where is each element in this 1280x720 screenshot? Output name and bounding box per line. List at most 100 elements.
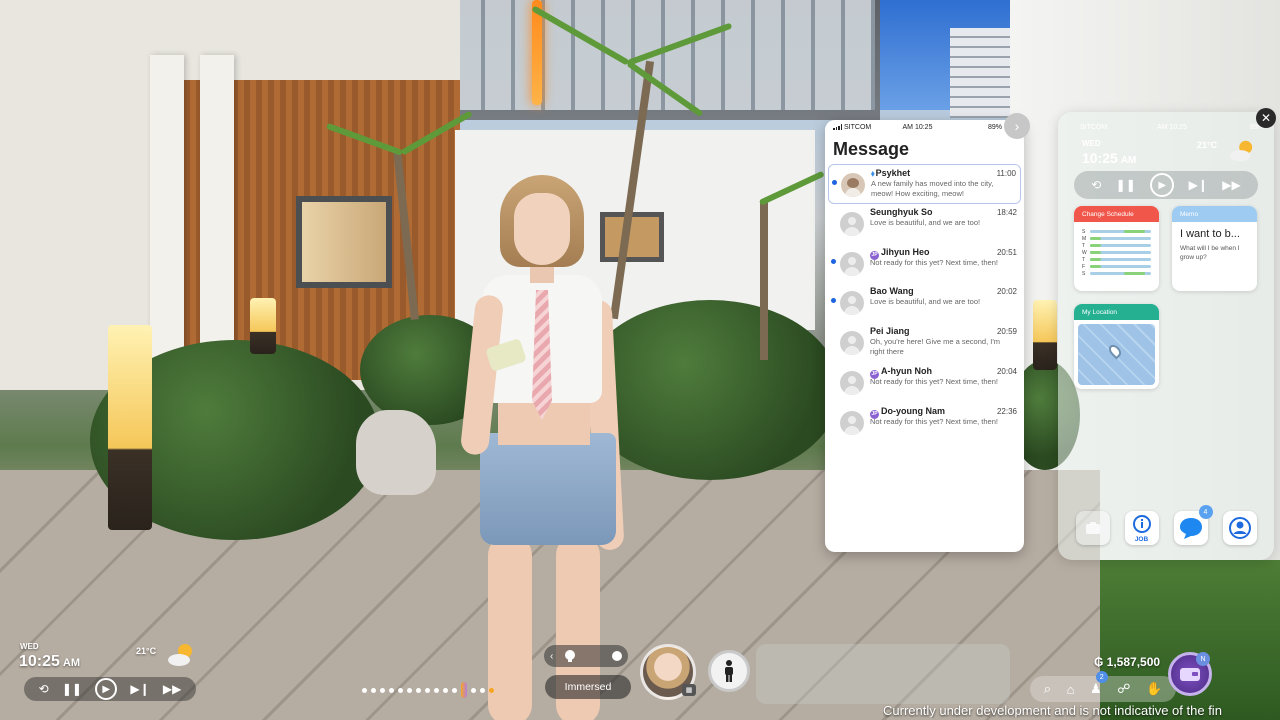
schedule-segment bbox=[1090, 251, 1101, 254]
family-icon[interactable]: ♟ 2 bbox=[1090, 671, 1108, 697]
schedule-bar bbox=[1090, 230, 1151, 233]
fastest-forward-icon[interactable]: ▶▶ bbox=[163, 682, 181, 696]
history-icon[interactable]: ⟲ bbox=[39, 682, 49, 696]
search-icon[interactable]: ⌕ bbox=[1044, 681, 1051, 697]
schedule-segment bbox=[1090, 258, 1101, 261]
schedule-day: T bbox=[1082, 256, 1086, 263]
conversation-item[interactable]: JP Jihyun Heo 20:51 Not ready for this yet?… bbox=[828, 244, 1021, 284]
contact-name: Pei Jiang bbox=[870, 326, 910, 336]
player-character[interactable] bbox=[459, 175, 660, 720]
conversation-item[interactable]: JP Do-young Nam 22:36 Not ready for this ye… bbox=[828, 403, 1021, 443]
conversation-item[interactable]: Bao Wang 20:02 Love is beautiful, and we a… bbox=[828, 283, 1021, 323]
timeline-dot bbox=[425, 687, 430, 693]
messages-app-icon[interactable]: 4 bbox=[1173, 505, 1213, 545]
chevron-left-icon[interactable]: ‹ bbox=[550, 651, 553, 662]
profile-app-icon[interactable] bbox=[1222, 511, 1257, 545]
palm-trunk bbox=[760, 200, 768, 360]
people-icon[interactable]: ☍ bbox=[1117, 681, 1130, 697]
message-preview: Love is beautiful, and we are too! bbox=[870, 217, 981, 227]
home-day: WED bbox=[1082, 139, 1101, 148]
schedule-row: M bbox=[1074, 235, 1159, 242]
schedule-row: T bbox=[1074, 242, 1159, 249]
schedule-widget[interactable]: Change Schedule SMTWTFS bbox=[1074, 206, 1159, 291]
contact-name-text: Do-young Nam bbox=[881, 405, 945, 416]
hud-clock-meridiem: AM bbox=[62, 657, 81, 669]
schedule-widget-title: Change Schedule bbox=[1074, 206, 1159, 222]
app-dock: JOB 4 bbox=[1068, 505, 1264, 550]
message-time: 20:02 bbox=[996, 287, 1017, 297]
memo-body: What will I be when I grow up? bbox=[1180, 245, 1240, 261]
signal-icon bbox=[833, 124, 842, 130]
map-pin-icon bbox=[1106, 342, 1124, 360]
fastest-forward-icon[interactable]: ▶▶ bbox=[1222, 178, 1240, 192]
bird-icon: ⬧ bbox=[871, 169, 875, 178]
location-widget[interactable]: My Location bbox=[1074, 304, 1159, 389]
unread-dot bbox=[832, 180, 837, 185]
message-preview: Not ready for this yet? Next time, then! bbox=[870, 416, 998, 426]
contact-name-text: Psykhet bbox=[875, 168, 911, 178]
chevron-right-icon[interactable]: › bbox=[1004, 113, 1030, 139]
schedule-row: S bbox=[1074, 270, 1159, 277]
timeline-dot bbox=[407, 687, 412, 693]
message-preview: Not ready for this yet? Next time, then! bbox=[870, 376, 998, 386]
memo-widget[interactable]: Memo I want to b... What will I be when … bbox=[1172, 206, 1257, 291]
memo-widget-title: Memo bbox=[1172, 206, 1257, 222]
timeline-dot bbox=[443, 687, 448, 693]
pause-icon[interactable]: ❚❚ bbox=[62, 682, 82, 696]
play-icon[interactable]: ▶ bbox=[1150, 173, 1175, 197]
contact-name-text: Pei Jiang bbox=[870, 326, 910, 337]
unread-dot bbox=[831, 258, 836, 264]
job-app-icon[interactable]: JOB bbox=[1124, 511, 1159, 545]
pillar bbox=[200, 55, 234, 385]
timeline-current bbox=[461, 682, 467, 698]
close-icon[interactable]: ✕ bbox=[1256, 108, 1276, 128]
conversation-item[interactable]: ⬧Psykhet 11:00 A new family has moved into… bbox=[828, 164, 1021, 204]
timeline-dot bbox=[371, 687, 376, 693]
dev-notice: Currently under development and is not i… bbox=[883, 703, 1222, 718]
history-icon[interactable]: ⟲ bbox=[1091, 178, 1101, 192]
home-temperature: 21°C bbox=[1197, 140, 1218, 150]
hand-money-icon[interactable]: ✋ bbox=[1146, 681, 1162, 697]
character-shorts bbox=[480, 433, 616, 545]
fast-forward-icon[interactable]: ▶❙ bbox=[130, 682, 149, 696]
conversation-item[interactable]: JP A-hyun Noh 20:04 Not ready for this yet?… bbox=[828, 363, 1021, 403]
home-icon[interactable]: ⌂ bbox=[1067, 682, 1075, 697]
timeline-dot bbox=[416, 687, 421, 693]
sun-cloud-icon bbox=[168, 644, 192, 666]
hud-day: WED bbox=[20, 642, 39, 651]
fast-forward-icon[interactable]: ▶❙ bbox=[1189, 178, 1208, 192]
location-widget-title: My Location bbox=[1074, 304, 1159, 320]
message-preview: Oh, you're here! Give me a second, I'm r… bbox=[870, 337, 1001, 357]
mode-label[interactable]: Immersed bbox=[545, 675, 631, 699]
brain-icon bbox=[565, 650, 576, 662]
message-preview: Love is beautiful, and we are too! bbox=[870, 297, 981, 307]
avatar bbox=[840, 211, 864, 236]
schedule-segment bbox=[1090, 265, 1101, 268]
mode-toggle[interactable]: ‹ bbox=[544, 645, 628, 667]
message-preview: A new family has moved into the city, me… bbox=[871, 179, 994, 198]
schedule-segment bbox=[1090, 244, 1101, 247]
timeline-dot bbox=[471, 687, 476, 693]
schedule-rows: SMTWTFS bbox=[1074, 222, 1159, 277]
timeline-dot bbox=[434, 687, 439, 693]
pillar bbox=[150, 55, 184, 385]
schedule-day: W bbox=[1082, 249, 1087, 256]
files-app-icon[interactable] bbox=[1075, 511, 1110, 545]
folder-icon bbox=[1085, 522, 1100, 534]
schedule-row: T bbox=[1074, 256, 1159, 263]
conversation-item[interactable]: Pei Jiang 20:59 Oh, you're here! Give me a… bbox=[828, 323, 1021, 363]
status-time: AM 10:25 bbox=[1157, 124, 1187, 131]
avatar bbox=[841, 173, 865, 197]
message-preview: Not ready for this yet? Next time, then! bbox=[870, 257, 998, 267]
garden-lamp bbox=[250, 298, 276, 354]
avatar bbox=[840, 370, 864, 395]
phone-status-bar: SITCOM AM 10:25 89% bbox=[1080, 124, 1264, 131]
pause-icon[interactable]: ❚❚ bbox=[1116, 178, 1136, 192]
timeline-dot bbox=[362, 687, 367, 693]
avatar bbox=[840, 291, 864, 316]
message-time: 11:00 bbox=[996, 169, 1016, 178]
play-icon[interactable]: ▶ bbox=[95, 678, 118, 700]
person-icon[interactable] bbox=[708, 650, 750, 692]
message-count-badge: 4 bbox=[1198, 505, 1213, 519]
conversation-item[interactable]: Seunghyuk So 18:42 Love is beautiful, and … bbox=[828, 204, 1021, 244]
